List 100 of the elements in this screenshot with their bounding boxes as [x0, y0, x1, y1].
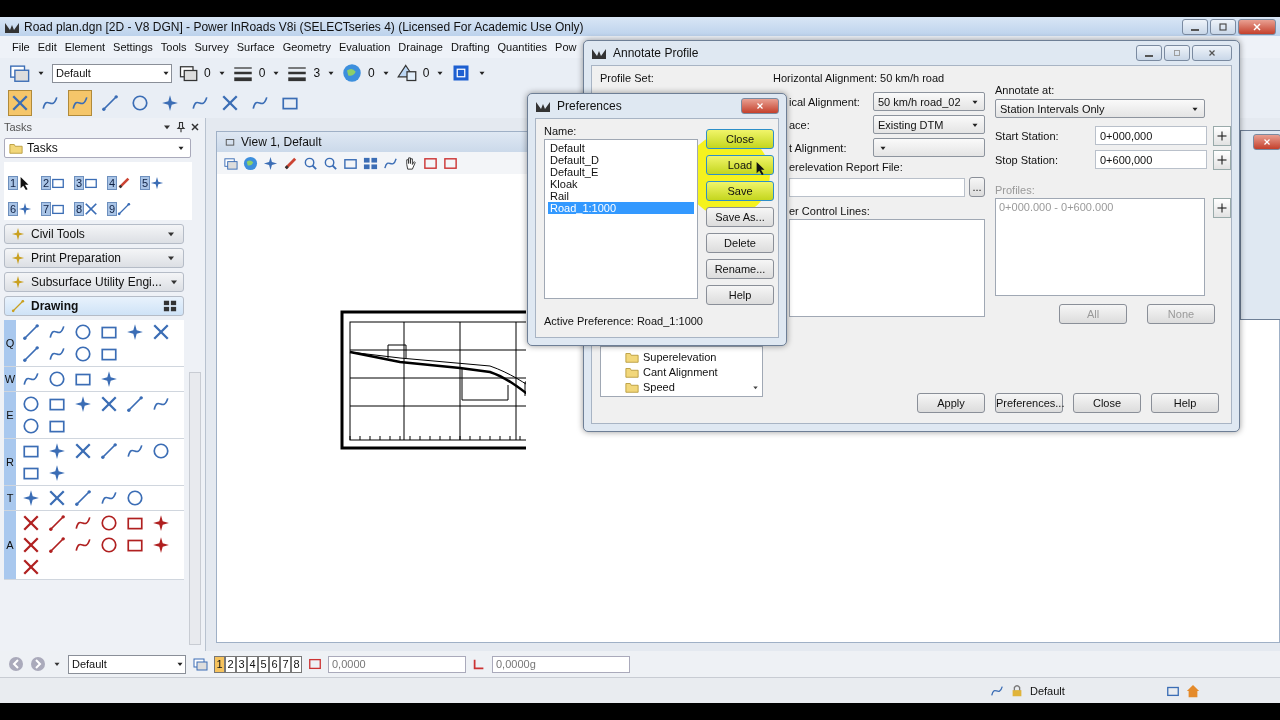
menu-item[interactable]: Edit — [33, 41, 61, 53]
line-icon[interactable] — [22, 345, 40, 363]
line-icon[interactable] — [22, 323, 40, 341]
tree-item[interactable]: Speed — [643, 380, 675, 393]
stop-station-field[interactable]: 0+600,000 — [1095, 150, 1207, 169]
view-button[interactable]: 1 — [214, 655, 225, 673]
level-select[interactable]: Default — [52, 63, 172, 83]
cross-icon[interactable] — [74, 442, 92, 460]
view-button[interactable]: 4 — [247, 655, 258, 673]
field-select[interactable]: 50 km/h road_02 — [873, 92, 985, 111]
task-section[interactable]: Civil Tools — [4, 224, 184, 244]
triangles-icon[interactable] — [396, 63, 417, 83]
dialog-button[interactable]: Rename... — [706, 259, 774, 279]
field-select[interactable] — [873, 138, 985, 157]
menu-item[interactable]: Geometry — [278, 41, 335, 53]
circle-icon[interactable] — [100, 536, 118, 554]
dialog-button[interactable]: Apply — [917, 393, 985, 413]
close-button[interactable] — [741, 98, 779, 114]
star-icon[interactable] — [152, 514, 170, 532]
cross-icon[interactable] — [48, 489, 66, 507]
task-tool[interactable]: 8 — [74, 192, 103, 216]
list-item[interactable]: Default_E — [548, 166, 694, 178]
curve-icon[interactable] — [152, 395, 170, 413]
tree-item[interactable]: Superelevation — [643, 350, 717, 363]
annotate-at-select[interactable]: Station Intervals Only — [995, 99, 1205, 118]
zoom-icon[interactable] — [303, 155, 318, 171]
list-item[interactable]: Kloak — [548, 178, 694, 190]
zoom-icon[interactable] — [323, 155, 338, 171]
dialog-button[interactable]: Help — [706, 285, 774, 305]
circle-icon[interactable] — [48, 370, 66, 388]
view-button[interactable]: 7 — [280, 655, 291, 673]
task-tool[interactable]: 1 — [8, 166, 37, 190]
pin-icon[interactable] — [175, 121, 187, 133]
star-icon[interactable] — [100, 370, 118, 388]
menu-item[interactable]: Evaluation — [334, 41, 395, 53]
globe-icon[interactable] — [342, 63, 363, 83]
star-icon[interactable] — [48, 442, 66, 460]
cross-icon[interactable] — [22, 558, 40, 576]
task-tool[interactable]: 9 — [107, 192, 136, 216]
minimize-button[interactable] — [1136, 45, 1162, 61]
menu-item[interactable]: Surface — [232, 41, 279, 53]
task-section[interactable]: Drawing — [4, 296, 184, 316]
browse-button[interactable]: ... — [969, 177, 985, 197]
snap-button[interactable] — [68, 90, 92, 116]
task-section[interactable]: Subsurface Utility Engi... — [4, 272, 184, 292]
dialog-button[interactable]: Close — [706, 129, 774, 149]
maximize-button[interactable] — [1210, 18, 1236, 35]
dialog-button[interactable]: Help — [1151, 393, 1219, 413]
task-section[interactable]: Print Preparation — [4, 248, 184, 268]
curve-icon[interactable] — [48, 323, 66, 341]
field-select[interactable]: Existing DTM — [873, 115, 985, 134]
maximize-button[interactable] — [1164, 45, 1190, 61]
task-tool[interactable]: 2 — [41, 166, 70, 190]
close-button[interactable] — [1253, 134, 1280, 150]
line-icon[interactable] — [48, 536, 66, 554]
star-icon[interactable] — [22, 489, 40, 507]
menu-item[interactable]: Drafting — [447, 41, 494, 53]
task-tool[interactable]: 4 — [107, 166, 136, 190]
task-tool[interactable]: 7 — [41, 192, 70, 216]
menu-item[interactable]: Drainage — [394, 41, 447, 53]
curve-icon[interactable] — [126, 442, 144, 460]
cross-icon[interactable] — [22, 536, 40, 554]
circle-icon[interactable] — [152, 442, 170, 460]
curve-icon[interactable] — [22, 370, 40, 388]
minimize-button[interactable] — [1182, 18, 1208, 35]
file-field[interactable] — [789, 177, 965, 197]
curve-icon[interactable] — [74, 514, 92, 532]
circle-icon[interactable] — [100, 514, 118, 532]
profile-tree[interactable]: Superelevation Cant Alignment Speed — [600, 346, 763, 397]
menu-item[interactable]: Survey — [190, 41, 233, 53]
view-button[interactable]: 5 — [258, 655, 269, 673]
preferences-list[interactable]: Default Default_D Default_E Kloak Rail Road_1:1000 — [544, 139, 698, 299]
circle-icon[interactable] — [126, 489, 144, 507]
task-tool[interactable]: 3 — [74, 166, 103, 190]
line-icon[interactable] — [100, 442, 118, 460]
line-icon[interactable] — [48, 514, 66, 532]
scrollbar[interactable] — [189, 372, 201, 645]
rectangle-icon[interactable] — [423, 155, 438, 171]
close-button[interactable] — [1238, 18, 1276, 35]
circle-icon[interactable] — [74, 323, 92, 341]
layers-icon[interactable] — [178, 63, 198, 83]
start-station-field[interactable]: 0+000,000 — [1095, 126, 1207, 145]
list-item[interactable]: Default_D — [548, 154, 694, 166]
list-item[interactable]: Rail — [548, 190, 694, 202]
cube-icon[interactable] — [451, 63, 472, 83]
attribute-value[interactable]: 3 — [313, 66, 321, 80]
angle-field[interactable]: 0,0000g — [492, 655, 630, 673]
view-button[interactable]: 6 — [269, 655, 280, 673]
task-tool[interactable]: 6 — [8, 192, 37, 216]
curve-icon[interactable] — [48, 345, 66, 363]
star-icon[interactable] — [152, 536, 170, 554]
menu-item[interactable]: Tools — [156, 41, 191, 53]
view-button[interactable]: 8 — [291, 655, 302, 673]
dialog-button[interactable]: Preferences... — [995, 393, 1063, 413]
view-group-select[interactable]: Default — [68, 654, 186, 674]
star-icon[interactable] — [263, 155, 278, 171]
dialog-button[interactable]: Close — [1073, 393, 1141, 413]
cross-icon[interactable] — [22, 514, 40, 532]
view-button[interactable]: 3 — [236, 655, 247, 673]
view-button[interactable]: 2 — [225, 655, 236, 673]
